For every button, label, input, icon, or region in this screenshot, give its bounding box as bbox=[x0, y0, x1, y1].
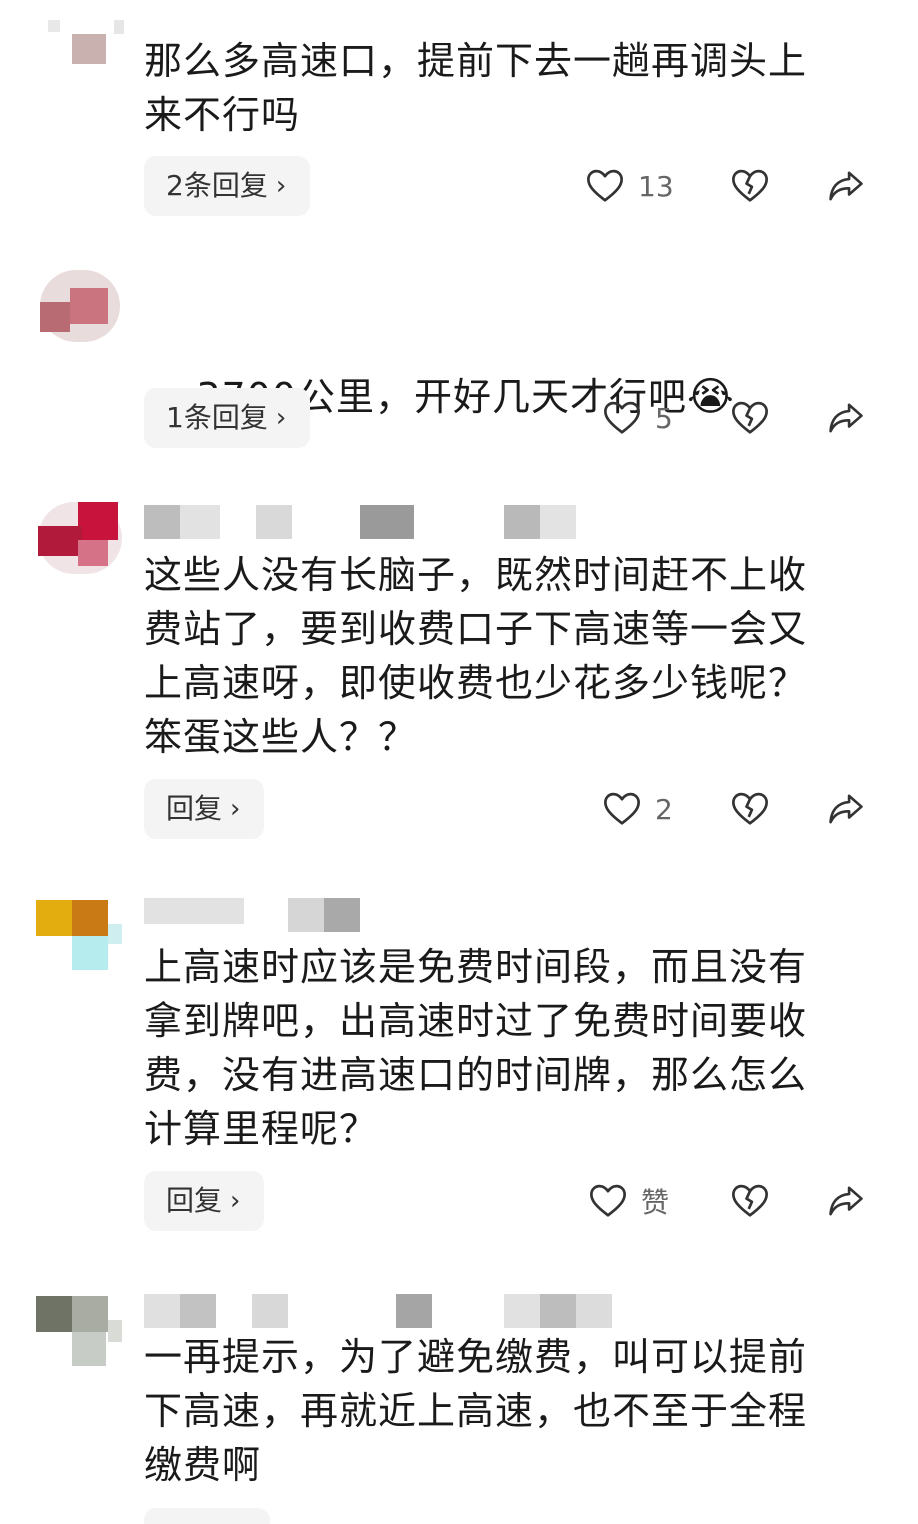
comment-text: 上高速时应该是免费时间段，而且没有 拿到牌吧，出高速时过了免费时间要收 费，没有… bbox=[144, 945, 808, 1151]
like-label: 赞 bbox=[641, 1186, 670, 1219]
dislike-button[interactable] bbox=[727, 395, 773, 441]
username-redacted bbox=[144, 1294, 614, 1328]
like-button[interactable]: 赞 bbox=[589, 1171, 669, 1231]
share-arrow-icon bbox=[827, 1184, 865, 1218]
avatar[interactable] bbox=[34, 496, 124, 576]
reply-button[interactable]: 回复 › bbox=[144, 779, 265, 839]
username-redacted bbox=[144, 505, 614, 539]
dislike-button[interactable] bbox=[727, 786, 773, 832]
like-button[interactable]: 5 bbox=[603, 388, 673, 448]
like-count: 2 bbox=[655, 792, 673, 826]
heart-outline-icon bbox=[586, 168, 624, 204]
comment-text: 一再提示，为了避免缴费，叫可以提前 下高速，再就近上高速，也不至于全程 缴费啊 bbox=[144, 1335, 808, 1487]
dislike-button[interactable] bbox=[727, 163, 773, 209]
reply-label: 回复 bbox=[166, 792, 223, 825]
chevron-right-icon: › bbox=[230, 794, 241, 824]
view-replies-button[interactable]: 2条回复 › bbox=[144, 156, 311, 216]
heart-outline-icon bbox=[589, 1183, 627, 1219]
chevron-right-icon: › bbox=[275, 171, 287, 201]
share-arrow-icon bbox=[827, 792, 865, 826]
share-arrow-icon bbox=[827, 401, 865, 435]
broken-heart-icon bbox=[731, 400, 769, 436]
avatar[interactable] bbox=[34, 18, 124, 98]
reply-count-label: 2条回复 bbox=[166, 169, 268, 202]
reply-count-label: 1条回复 bbox=[166, 401, 268, 434]
reply-label: 回复 bbox=[166, 1184, 223, 1217]
reply-button-partial[interactable] bbox=[144, 1508, 270, 1524]
view-replies-button[interactable]: 1条回复 › bbox=[144, 388, 311, 448]
chevron-right-icon: › bbox=[275, 403, 287, 433]
broken-heart-icon bbox=[731, 168, 769, 204]
comment-text: 这些人没有长脑子，既然时间赶不上收 费站了，要到收费口子下高速等一会又 上高速呀… bbox=[144, 553, 808, 759]
broken-heart-icon bbox=[731, 1183, 769, 1219]
chevron-right-icon: › bbox=[230, 1186, 241, 1216]
avatar[interactable] bbox=[34, 896, 124, 976]
share-arrow-icon bbox=[827, 169, 865, 203]
share-button[interactable] bbox=[823, 786, 869, 832]
like-count: 5 bbox=[655, 401, 673, 435]
share-button[interactable] bbox=[823, 395, 869, 441]
like-button[interactable]: 2 bbox=[603, 779, 673, 839]
reply-button[interactable]: 回复 › bbox=[144, 1171, 265, 1231]
avatar[interactable] bbox=[34, 262, 124, 342]
comment-text: 那么多高速口，提前下去一趟再调头上 来不行吗 bbox=[144, 39, 808, 137]
share-button[interactable] bbox=[823, 1178, 869, 1224]
like-button[interactable]: 13 bbox=[586, 156, 674, 216]
like-count: 13 bbox=[638, 169, 674, 203]
share-button[interactable] bbox=[823, 163, 869, 209]
dislike-button[interactable] bbox=[727, 1178, 773, 1224]
username-redacted bbox=[144, 898, 614, 932]
heart-outline-icon bbox=[603, 791, 641, 827]
avatar[interactable] bbox=[34, 1290, 124, 1370]
heart-outline-icon bbox=[603, 400, 641, 436]
broken-heart-icon bbox=[731, 791, 769, 827]
